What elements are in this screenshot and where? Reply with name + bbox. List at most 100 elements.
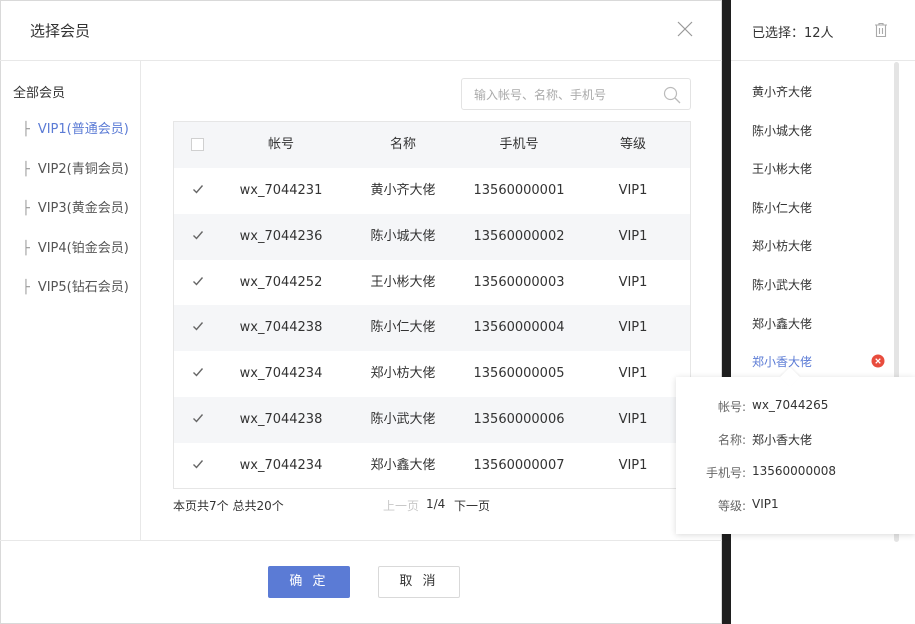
check-icon	[193, 459, 204, 469]
cell-name: 陈小仁大佬	[370, 320, 436, 336]
pager-info: 本页共7个 总共20个	[173, 499, 284, 513]
search-icon[interactable]	[662, 85, 682, 105]
cell-phone: 13560000006	[473, 412, 565, 427]
next-page-button[interactable]: 下一页	[454, 497, 490, 514]
footer-divider	[0, 540, 722, 541]
search-input[interactable]	[472, 85, 656, 105]
check-icon	[193, 322, 204, 331]
cell-name: 陈小城大佬	[370, 228, 436, 244]
selected-member-item[interactable]: 郑小枋大佬	[752, 237, 812, 254]
tree-item-vip4[interactable]: ├ VIP4(铂金会员)	[22, 237, 129, 256]
cell-name: 陈小武大佬	[370, 412, 436, 427]
popover-level: VIP1	[752, 497, 779, 511]
selected-count: 已选择：12人	[752, 26, 834, 41]
confirm-button[interactable]: 确 定	[268, 566, 350, 598]
cell-name: 郑小鑫大佬	[370, 457, 436, 473]
table-row[interactable]: wx_7044238 陈小武大佬 13560000006 VIP1	[174, 397, 690, 443]
table-row[interactable]: wx_7044234 郑小鑫大佬 13560000007 VIP1	[174, 443, 690, 489]
cell-level: VIP1	[618, 412, 648, 427]
cell-level: VIP1	[618, 183, 648, 198]
tree-item-vip2[interactable]: ├ VIP2(青铜会员)	[22, 158, 129, 177]
cell-account: wx_7044238	[239, 320, 323, 336]
check-icon	[193, 276, 204, 286]
row-checkbox[interactable]	[188, 397, 208, 443]
tree-item-label: VIP1(普通会员)	[37, 122, 129, 137]
table-row[interactable]: wx_7044252 王小彬大佬 13560000003 VIP1	[174, 260, 690, 306]
cell-account: wx_7044234	[239, 366, 323, 382]
header-divider	[0, 60, 722, 61]
row-checkbox[interactable]	[188, 168, 208, 214]
row-checkbox[interactable]	[188, 260, 208, 306]
check-icon	[193, 185, 204, 194]
cell-name: 王小彬大佬	[370, 274, 436, 290]
cell-level: VIP1	[618, 457, 648, 473]
tree-branch-line: ├	[22, 122, 30, 137]
table-row[interactable]: wx_7044234 郑小枋大佬 13560000005 VIP1	[174, 351, 690, 397]
selected-member-item[interactable]: 王小彬大佬	[752, 160, 812, 177]
popover-level-label: 等级:	[717, 499, 746, 513]
cell-level: VIP1	[618, 320, 648, 336]
check-icon	[193, 230, 204, 240]
select-all-checkbox[interactable]	[191, 138, 204, 151]
table-row[interactable]: wx_7044231 黄小齐大佬 13560000001 VIP1	[174, 168, 690, 214]
row-checkbox[interactable]	[188, 305, 208, 351]
popover-name-label: 名称:	[717, 433, 746, 447]
cell-account: wx_7044252	[239, 274, 323, 290]
tree-branch-line: ├	[22, 161, 30, 177]
cell-phone: 13560000005	[473, 366, 565, 382]
page-indicator: 1/4	[426, 497, 446, 511]
row-checkbox[interactable]	[188, 214, 208, 260]
cell-level: VIP1	[618, 274, 648, 290]
prev-page-button[interactable]: 上一页	[383, 497, 419, 514]
table-header: 帐号 名称 手机号 等级	[174, 122, 690, 168]
popover-phone-label: 手机号:	[705, 466, 746, 480]
selected-member-item[interactable]: 郑小鑫大佬	[752, 315, 812, 332]
trash-icon[interactable]	[872, 21, 890, 39]
column-header-level: 等级	[619, 137, 646, 152]
check-icon	[193, 414, 204, 423]
cell-name: 黄小齐大佬	[370, 183, 436, 198]
column-header-name: 名称	[389, 137, 416, 152]
column-header-account: 帐号	[267, 137, 294, 152]
cell-account: wx_7044238	[239, 412, 323, 427]
selected-member-item[interactable]: 黄小齐大佬	[752, 83, 812, 100]
cell-phone: 13560000003	[473, 274, 565, 290]
remove-circle-icon[interactable]	[871, 353, 885, 368]
table-row[interactable]: wx_7044236 陈小城大佬 13560000002 VIP1	[174, 213, 690, 260]
tree-item-label: VIP4(铂金会员)	[37, 240, 129, 256]
tree-item-vip5[interactable]: ├ VIP5(钻石会员)	[22, 276, 129, 295]
cell-account: wx_7044234	[239, 457, 323, 473]
column-header-phone: 手机号	[499, 137, 539, 152]
cell-phone: 13560000002	[473, 228, 565, 244]
table-row[interactable]: wx_7044238 陈小仁大佬 13560000004 VIP1	[174, 305, 690, 352]
tree-item-label: VIP3(黄金会员)	[37, 201, 129, 216]
tree-divider	[140, 61, 141, 540]
selected-member-item[interactable]: 陈小城大佬	[752, 122, 812, 139]
cell-phone: 13560000001	[473, 183, 565, 198]
cell-account: wx_7044231	[239, 183, 323, 198]
cell-phone: 13560000004	[473, 320, 565, 336]
tree-item-vip3[interactable]: ├ VIP3(黄金会员)	[22, 197, 129, 216]
tree-item-vip1[interactable]: ├ VIP1(普通会员)	[22, 118, 129, 137]
select-all-cell	[188, 122, 208, 168]
row-checkbox[interactable]	[188, 443, 208, 489]
popover-account-label: 帐号:	[717, 400, 746, 414]
cell-level: VIP1	[618, 228, 648, 244]
cancel-button[interactable]: 取 消	[378, 566, 460, 598]
close-icon[interactable]	[674, 18, 696, 40]
selected-member-item[interactable]: 陈小武大佬	[752, 276, 812, 293]
dialog-title: 选择会员	[30, 22, 91, 40]
cell-name: 郑小枋大佬	[370, 366, 436, 382]
tree-item-label: VIP2(青铜会员)	[37, 161, 129, 177]
selected-member-item[interactable]: 陈小仁大佬	[752, 199, 812, 216]
tree-branch-line: ├	[22, 201, 30, 216]
search-box	[461, 78, 691, 110]
tree-root-all-members[interactable]: 全部会员	[13, 82, 65, 101]
cell-account: wx_7044236	[239, 228, 323, 244]
cell-phone: 13560000007	[473, 457, 565, 473]
member-detail-popover: 帐号: wx_7044265 名称: 郑小香大佬 手机号: 1356000000…	[676, 377, 915, 534]
selected-member-item[interactable]: 郑小香大佬	[752, 353, 812, 370]
tree-branch-line: ├	[22, 240, 30, 256]
check-icon	[193, 368, 204, 377]
row-checkbox[interactable]	[188, 351, 208, 397]
